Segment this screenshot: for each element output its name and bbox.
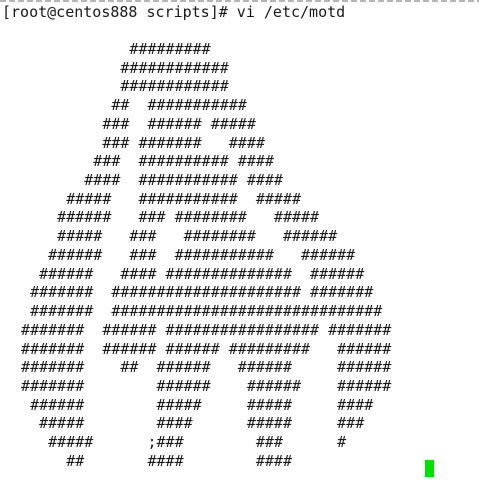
ascii-art-line: ##### ### ######## ###### (3, 227, 338, 246)
ascii-art-line: ## ########### (3, 96, 247, 115)
terminal-window[interactable]: [root@centos888 scripts]# vi /etc/motd #… (0, 0, 479, 488)
ascii-art-line: ### ###### ##### (3, 114, 256, 133)
ascii-art-line: ###### ### ######## ##### (3, 208, 320, 227)
ascii-art-line: ##### #### ##### ### (3, 414, 365, 433)
ascii-art-line: ###### ##### ##### #### (3, 395, 374, 414)
clipped-previous-line (0, 0, 479, 2)
ascii-art-line: ####### ###### ################# ####### (3, 320, 392, 339)
ascii-art-line: ### ########## #### (3, 152, 274, 171)
ascii-art-line: ####### ##################### ####### (3, 283, 374, 302)
ascii-art-line: ####### ## ###### ###### ###### (3, 358, 392, 377)
ascii-art-line: ####### ############################## (3, 302, 383, 321)
ascii-art-line: ######### (3, 40, 211, 58)
ascii-art-line: ## #### #### (3, 451, 292, 470)
ascii-art-line: ####### ###### ###### ######### ###### (3, 339, 392, 358)
ascii-art-line: ### ####### #### (3, 133, 265, 152)
ascii-art-line: ############ (3, 58, 229, 77)
ascii-art-line: ###### #### ############## ###### (3, 264, 365, 283)
motd-ascii-art: ######### ############ ############ ## #… (3, 40, 391, 471)
ascii-art-line: ##### ########### ##### (3, 189, 302, 208)
ascii-art-line: ##### ;### ### # (3, 433, 347, 452)
ascii-art-line: ############ (3, 77, 229, 96)
ascii-art-line: ####### ###### ###### ###### (3, 376, 392, 395)
ascii-art-line: ###### ### ########### ###### (3, 245, 356, 264)
ascii-art-line: #### ########### #### (3, 171, 283, 190)
text-cursor[interactable] (425, 460, 434, 477)
shell-prompt-line: [root@centos888 scripts]# vi /etc/motd (2, 3, 346, 21)
